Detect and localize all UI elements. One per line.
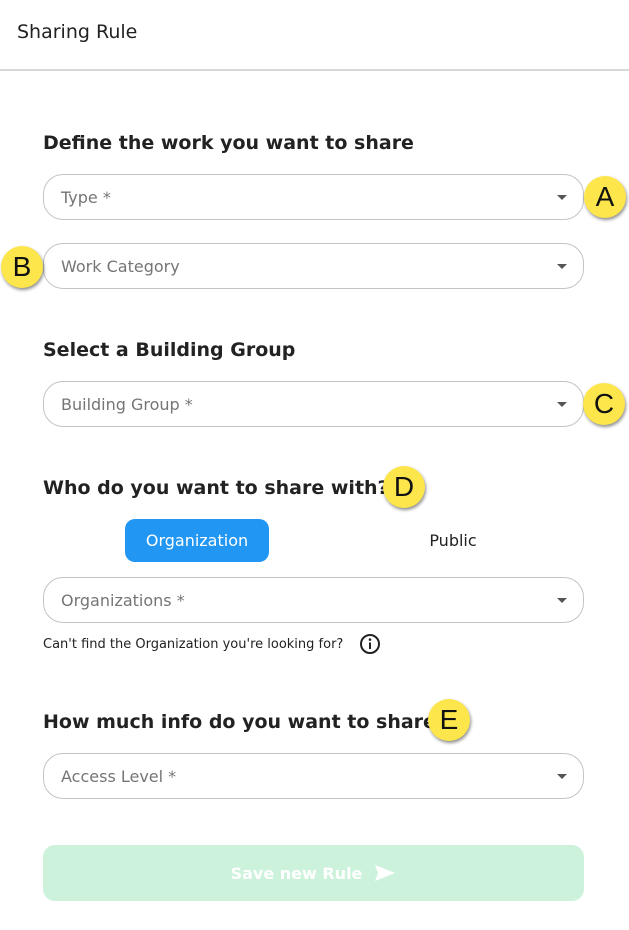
callout-marker-c: C — [583, 383, 625, 425]
chevron-down-icon — [557, 264, 567, 269]
save-rule-label: Save new Rule — [230, 863, 363, 883]
organizations-select-label: Organizations * — [61, 591, 185, 610]
chevron-down-icon — [557, 402, 567, 407]
organizations-select[interactable]: Organizations * — [43, 577, 584, 623]
section-title-work: Define the work you want to share — [43, 132, 414, 154]
chevron-down-icon — [557, 598, 567, 603]
callout-marker-e: E — [428, 699, 470, 741]
toggle-organization[interactable]: Organization — [125, 519, 269, 562]
toggle-public[interactable]: Public — [398, 519, 508, 562]
section-title-building: Select a Building Group — [43, 339, 296, 361]
callout-marker-a: A — [584, 176, 626, 218]
building-group-select-label: Building Group * — [61, 395, 193, 414]
org-helper-text: Can't find the Organization you're looki… — [43, 637, 344, 652]
section-title-info: How much info do you want to share? — [43, 711, 447, 733]
save-rule-button[interactable]: Save new Rule — [43, 845, 584, 901]
work-category-select-label: Work Category — [61, 257, 180, 276]
type-select-label: Type * — [61, 188, 111, 207]
info-icon[interactable] — [359, 633, 381, 655]
access-level-select[interactable]: Access Level * — [43, 753, 584, 799]
chevron-down-icon — [557, 195, 567, 200]
building-group-select[interactable]: Building Group * — [43, 381, 584, 427]
page-header: Sharing Rule — [0, 0, 629, 71]
callout-marker-b: B — [1, 246, 43, 288]
work-category-select[interactable]: Work Category — [43, 243, 584, 289]
chevron-down-icon — [557, 774, 567, 779]
page-title: Sharing Rule — [17, 21, 138, 43]
type-select[interactable]: Type * — [43, 174, 584, 220]
send-icon — [375, 865, 396, 881]
access-level-select-label: Access Level * — [61, 767, 177, 786]
section-title-share-with: Who do you want to share with? — [43, 477, 389, 499]
callout-marker-d: D — [383, 466, 425, 508]
